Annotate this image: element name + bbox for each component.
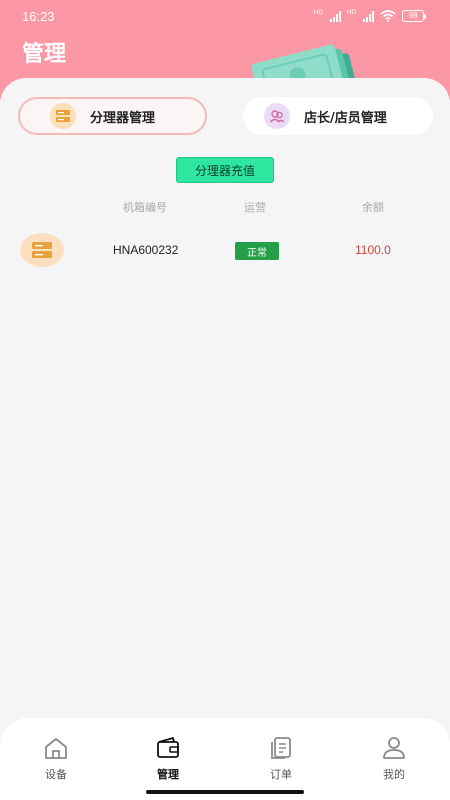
status-badge: 正常	[235, 242, 279, 260]
recharge-button[interactable]: 分理器充值	[176, 157, 274, 183]
users-icon	[264, 103, 290, 129]
status-time: 16:23	[22, 9, 55, 24]
server-icon	[50, 103, 76, 129]
wallet-icon	[157, 737, 179, 758]
status-bar: 16:23 HD HD 98	[0, 0, 450, 30]
user-icon	[383, 737, 405, 759]
signal-icon	[363, 10, 374, 22]
nav-label: 设备	[45, 768, 67, 781]
tab-label: 分理器管理	[90, 110, 156, 126]
network-type-label: HD	[313, 9, 323, 16]
home-indicator[interactable]	[146, 790, 304, 794]
page-title: 管理	[22, 42, 67, 67]
nav-label: 我的	[383, 768, 405, 781]
server-icon	[20, 233, 64, 267]
nav-item-devices[interactable]: 设备	[26, 736, 86, 786]
nav-item-orders[interactable]: 订单	[251, 736, 311, 786]
signal-icon	[329, 10, 341, 22]
balance-value: 1100.0	[355, 243, 391, 257]
tab-staff-management[interactable]: 店长/店员管理	[243, 97, 433, 135]
column-header-operation: 运营	[244, 201, 266, 214]
wifi-icon	[380, 10, 396, 22]
battery-icon: 98	[402, 10, 426, 22]
network-type-label: HD	[346, 9, 356, 16]
box-id: HNA600232	[113, 243, 179, 257]
nav-item-profile[interactable]: 我的	[364, 736, 424, 786]
nav-label: 管理	[157, 768, 179, 781]
battery-level: 98	[402, 10, 424, 22]
column-header-box-id: 机箱编号	[123, 201, 167, 214]
tab-label: 店长/店员管理	[304, 110, 387, 126]
status-icons: HD HD 98	[314, 9, 426, 23]
column-header-balance: 余额	[362, 201, 384, 214]
order-icon	[271, 737, 291, 759]
tab-splitter-management[interactable]: 分理器管理	[18, 97, 207, 135]
nav-label: 订单	[270, 768, 292, 781]
home-icon	[45, 738, 67, 759]
nav-item-management[interactable]: 管理	[138, 736, 198, 786]
